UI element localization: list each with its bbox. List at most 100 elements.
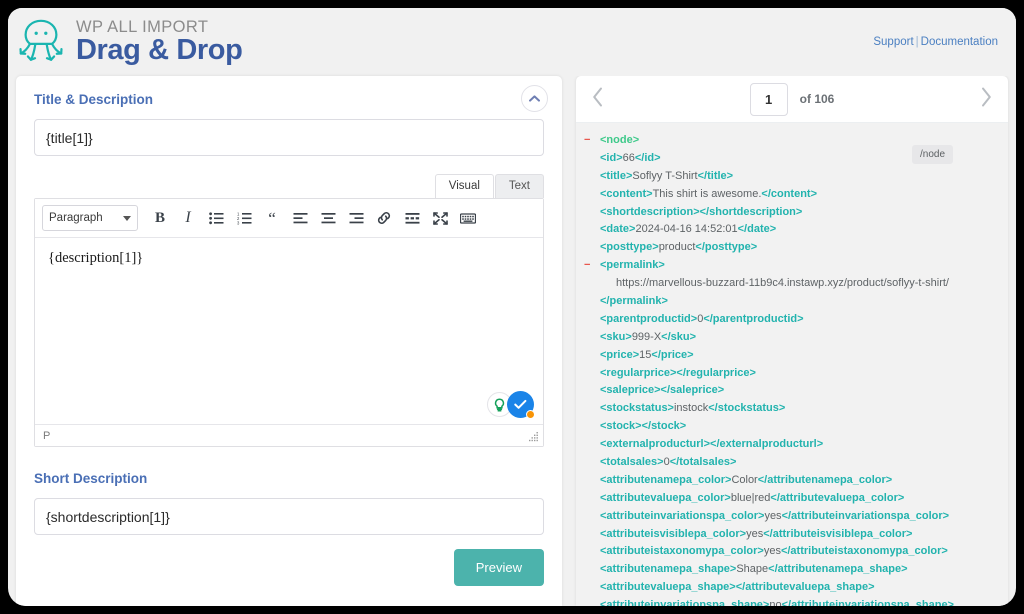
xml-value: This shirt is awesome.: [652, 187, 762, 200]
grammarly-widget[interactable]: [487, 391, 535, 419]
check-circle-icon[interactable]: [507, 391, 535, 419]
xml-line: <shortdescription></shortdescription>: [576, 204, 1008, 222]
page-total-label: of 106: [799, 92, 835, 106]
bold-icon[interactable]: B: [147, 205, 173, 231]
xml-tag: <stock></stock>: [600, 420, 687, 433]
xml-line: <attributevaluepa_shape></attributevalue…: [576, 579, 1008, 597]
fullscreen-icon[interactable]: [427, 205, 453, 231]
xml-tag: <totalsales>: [600, 456, 664, 469]
xml-line: <saleprice></saleprice>: [576, 382, 1008, 400]
xml-tag: </id>: [634, 151, 661, 164]
xml-tag: <externalproducturl></externalproducturl…: [600, 438, 824, 451]
chevron-down-icon: [123, 216, 131, 221]
support-link[interactable]: Support: [873, 36, 913, 48]
xml-line: − <permalink>: [576, 257, 1008, 275]
collapse-node-icon[interactable]: −: [584, 132, 590, 150]
align-left-icon[interactable]: [287, 205, 313, 231]
xml-line: <attributenamepa_color>Color</attributen…: [576, 472, 1008, 490]
blockquote-icon[interactable]: “: [259, 205, 285, 231]
xml-line: <attributeistaxonomypa_color>yes</attrib…: [576, 543, 1008, 561]
link-icon[interactable]: [371, 205, 397, 231]
xml-tag: </title>: [697, 169, 734, 182]
resize-grip-icon[interactable]: [529, 432, 539, 442]
editor-toolbar: Paragraph B I 123 “: [35, 199, 543, 238]
xml-tag: </posttype>: [695, 241, 758, 254]
xml-line: <attributeinvariationspa_shape>no</attri…: [576, 597, 1008, 606]
insert-read-more-icon[interactable]: [399, 205, 425, 231]
xml-line: <externalproducturl></externalproducturl…: [576, 436, 1008, 454]
xml-tag: <date>: [600, 223, 636, 236]
brand-text: WP ALL IMPORT Drag & Drop: [76, 17, 243, 66]
xml-line: <attributevaluepa_color>blue|red</attrib…: [576, 490, 1008, 508]
app-body: Title & Description Visual Text: [8, 76, 1016, 606]
header-links: Support | Documentation: [873, 36, 998, 48]
align-right-icon[interactable]: [343, 205, 369, 231]
xml-tag: <title>: [600, 169, 633, 182]
page-number-input[interactable]: [749, 82, 788, 116]
xml-tag: </attributeistaxonomypa_color>: [780, 545, 948, 558]
app-header: WP ALL IMPORT Drag & Drop Support | Docume…: [8, 8, 1016, 76]
xml-tree[interactable]: − <node> <id>66</id> <title>Soflyy T-Shirt<…: [576, 123, 1008, 606]
xml-tag: <sku>: [600, 330, 632, 343]
xml-tag: <attributevaluepa_shape></attributevalue…: [600, 581, 875, 594]
xml-value: yes: [764, 509, 782, 522]
xml-tag: <posttype>: [600, 241, 659, 254]
xml-tag: <regularprice></regularprice>: [600, 366, 756, 379]
xml-tag: <attributeistaxonomypa_color>: [600, 545, 764, 558]
xml-tag: </attributenamepa_shape>: [768, 563, 908, 576]
preview-row: Preview: [16, 535, 562, 586]
xml-value: blue|red: [730, 491, 771, 504]
tab-visual[interactable]: Visual: [434, 174, 494, 198]
xml-value: instock: [673, 402, 709, 415]
xml-tag: </permalink>: [600, 295, 668, 308]
editor-path: P: [43, 429, 51, 442]
preview-button[interactable]: Preview: [453, 549, 544, 586]
tab-text[interactable]: Text: [494, 174, 544, 198]
xml-line: <stockstatus>instock</stockstatus>: [576, 400, 1008, 418]
notification-dot: [526, 410, 535, 419]
format-select-value: Paragraph: [49, 212, 103, 224]
xml-value: Color: [731, 473, 758, 486]
xml-line: <date>2024-04-16 14:52:01</date>: [576, 221, 1008, 239]
collapse-node-icon[interactable]: −: [584, 257, 590, 275]
align-center-icon[interactable]: [315, 205, 341, 231]
documentation-link[interactable]: Documentation: [921, 36, 998, 48]
toolbar-toggle-icon[interactable]: [455, 205, 481, 231]
collapse-section-button[interactable]: [521, 85, 548, 112]
numbered-list-icon[interactable]: 123: [231, 205, 257, 231]
editor-content-area[interactable]: {description[1]}: [35, 238, 543, 424]
pager-center: of 106: [576, 82, 1008, 116]
bulleted-list-icon[interactable]: [203, 205, 229, 231]
prev-record-button[interactable]: [576, 76, 620, 123]
xml-value: no: [769, 599, 782, 606]
next-record-button[interactable]: [964, 76, 1008, 123]
editor-status-bar: P: [35, 424, 543, 446]
short-description-input[interactable]: [34, 498, 544, 535]
xml-line: <posttype>product</posttype>: [576, 239, 1008, 257]
xml-lines-container: − <node> <id>66</id> <title>Soflyy T-Shirt<…: [576, 132, 1008, 606]
xml-tag: <attributeinvariationspa_shape>: [600, 599, 770, 606]
italic-icon[interactable]: I: [175, 205, 201, 231]
xml-tag: <saleprice></saleprice>: [600, 384, 725, 397]
xml-tag: <attributevaluepa_color>: [600, 491, 731, 504]
xml-tag: </totalsales>: [669, 456, 737, 469]
xml-tag: <permalink>: [600, 259, 665, 272]
xml-value: product: [658, 241, 696, 254]
xml-tag: </price>: [651, 348, 694, 361]
octopus-icon: [16, 14, 66, 68]
xml-tag: <parentproductid>: [600, 312, 698, 325]
xml-tag: </date>: [737, 223, 777, 236]
xml-tag: <price>: [600, 348, 640, 361]
title-input[interactable]: [34, 119, 544, 156]
xml-tag: </stockstatus>: [708, 402, 786, 415]
xml-tag: <node>: [600, 134, 640, 146]
xml-line: https://marvellous-buzzard-11b9c4.instaw…: [576, 275, 1008, 293]
chevron-up-icon: [529, 95, 540, 102]
format-select[interactable]: Paragraph: [42, 205, 138, 231]
xml-value: 999-X: [631, 330, 662, 343]
xml-line: <attributenamepa_shape>Shape</attributen…: [576, 561, 1008, 579]
xml-tag: <attributenamepa_shape>: [600, 563, 737, 576]
svg-text:3: 3: [237, 220, 240, 225]
xml-tag: <content>: [600, 187, 653, 200]
xml-value: yes: [763, 545, 781, 558]
